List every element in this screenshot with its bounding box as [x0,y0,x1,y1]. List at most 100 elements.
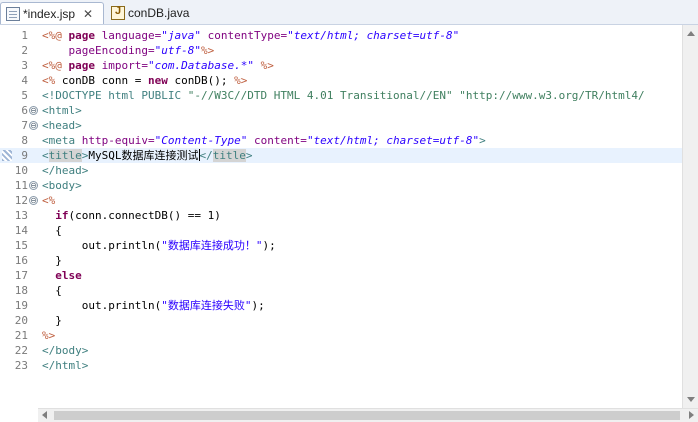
code-token: <head> [42,119,82,132]
fold-toggle-icon[interactable]: ⊖ [29,196,38,205]
code-line[interactable]: 21 %> [0,328,682,343]
code-token: conDB conn = [61,74,148,87]
line-number: 12 [14,194,28,207]
code-line[interactable]: 9 <title>MySQL数据库连接测试</title> [0,148,682,163]
code-token: </body> [42,344,89,357]
line-number: 11 [14,179,28,192]
line-number: 2 [21,44,28,57]
code-token: <% [42,194,56,207]
code-line[interactable]: 14 { [0,223,682,238]
code-text: <!DOCTYPE html PUBLIC "-//W3C//DTD HTML … [42,88,645,103]
vertical-scrollbar[interactable] [682,25,698,408]
code-line[interactable]: 11 ⊖ <body> [0,178,682,193]
code-line[interactable]: 22 </body> [0,343,682,358]
tab-condb-java[interactable]: conDB.java [106,2,202,24]
tab-label: conDB.java [128,6,190,20]
fold-toggle-icon[interactable]: ⊖ [29,121,38,130]
code-token: <meta [42,134,82,147]
code-text: </head> [42,163,88,178]
code-token: page [68,59,102,72]
code-line[interactable]: 2 pageEncoding="utf-8"%> [0,43,682,58]
line-number: 1 [21,29,28,42]
code-token: <html> [42,104,82,117]
code-line[interactable]: 10 </head> [0,163,682,178]
java-file-icon [111,5,125,20]
code-token: } [42,254,62,267]
code-token: title [212,149,246,162]
code-line[interactable]: 18 { [0,283,682,298]
code-line[interactable]: 4 <% conDB conn = new conDB(); %> [0,73,682,88]
code-token: ); [251,299,265,312]
code-line[interactable]: 6 ⊖ <html> [0,103,682,118]
line-number: 6 [21,104,28,117]
code-token: conDB(); [174,74,235,87]
scroll-down-icon[interactable] [687,397,695,402]
code-token: "java" [161,29,201,42]
code-token: "Content-Type" [154,134,248,147]
code-token: <% [42,74,62,87]
code-token: MySQL数据库连接测试 [88,149,199,162]
line-number: 14 [14,224,28,237]
code-text: out.println("数据库连接失败"); [42,298,265,313]
fold-toggle-icon[interactable]: ⊖ [29,181,38,190]
line-number: 17 [14,269,28,282]
code-line[interactable]: 7 ⊖ <head> [0,118,682,133]
line-number: 8 [21,134,28,147]
line-number: 23 [14,359,28,372]
code-token: { [42,284,62,297]
scroll-up-icon[interactable] [687,31,695,36]
code-line[interactable]: 16 } [0,253,682,268]
code-text: { [42,283,62,298]
code-token: new [147,74,175,87]
code-token: <%@ [42,29,69,42]
code-line[interactable]: 3 <%@ page import="com.Database.*" %> [0,58,682,73]
code-token: pageEncoding= [68,44,155,57]
code-token: </html> [42,359,89,372]
code-token: </head> [42,164,89,177]
code-token: > [479,134,486,147]
code-line[interactable]: 19 out.println("数据库连接失败"); [0,298,682,313]
code-token: <!DOCTYPE html PUBLIC [42,89,188,102]
code-token: out.println( [42,299,162,312]
tab-index-jsp[interactable]: *index.jsp ✕ [0,2,104,24]
line-number: 15 [14,239,28,252]
line-number: 5 [21,89,28,102]
code-line[interactable]: 8 <meta http-equiv="Content-Type" content… [0,133,682,148]
code-text: <body> [42,178,82,193]
scroll-left-icon[interactable] [42,411,47,419]
code-token: %> [42,329,56,342]
editor-tab-bar: *index.jsp ✕ conDB.java [0,0,698,25]
code-line[interactable]: 1 <%@ page language="java" contentType="t… [0,28,682,43]
close-icon[interactable]: ✕ [83,7,93,21]
fold-toggle-icon[interactable]: ⊖ [29,106,38,115]
code-line[interactable]: 5 <!DOCTYPE html PUBLIC "-//W3C//DTD HTML… [0,88,682,103]
code-token: "text/html; charset=utf-8" [306,134,480,147]
code-text: <meta http-equiv="Content-Type" content=… [42,133,486,148]
scrollbar-corner [0,408,38,422]
code-text: if(conn.connectDB() == 1) [42,208,221,223]
code-token: "text/html; charset=utf-8" [287,29,460,42]
horizontal-scrollbar[interactable] [38,408,698,422]
code-token: </ [199,149,213,162]
horizontal-scroll-thumb[interactable] [54,411,680,420]
code-line[interactable]: 12 ⊖ <% [0,193,682,208]
code-line[interactable]: 23 </html> [0,358,682,373]
code-text: <%@ page language="java" contentType="te… [42,28,459,43]
code-token: page [68,29,102,42]
code-text: %> [42,328,55,343]
code-editor[interactable]: 1 <%@ page language="java" contentType="t… [0,25,682,408]
code-line[interactable]: 17 else [0,268,682,283]
scroll-right-icon[interactable] [689,411,694,419]
code-token: language= [101,29,162,42]
code-token: %> [234,74,248,87]
code-token: out.println( [42,239,162,252]
code-text: </body> [42,343,88,358]
code-line[interactable]: 20 } [0,313,682,328]
code-token: %> [260,59,274,72]
code-line[interactable]: 15 out.println("数据库连接成功！"); [0,238,682,253]
code-line[interactable]: 13 if(conn.connectDB() == 1) [0,208,682,223]
